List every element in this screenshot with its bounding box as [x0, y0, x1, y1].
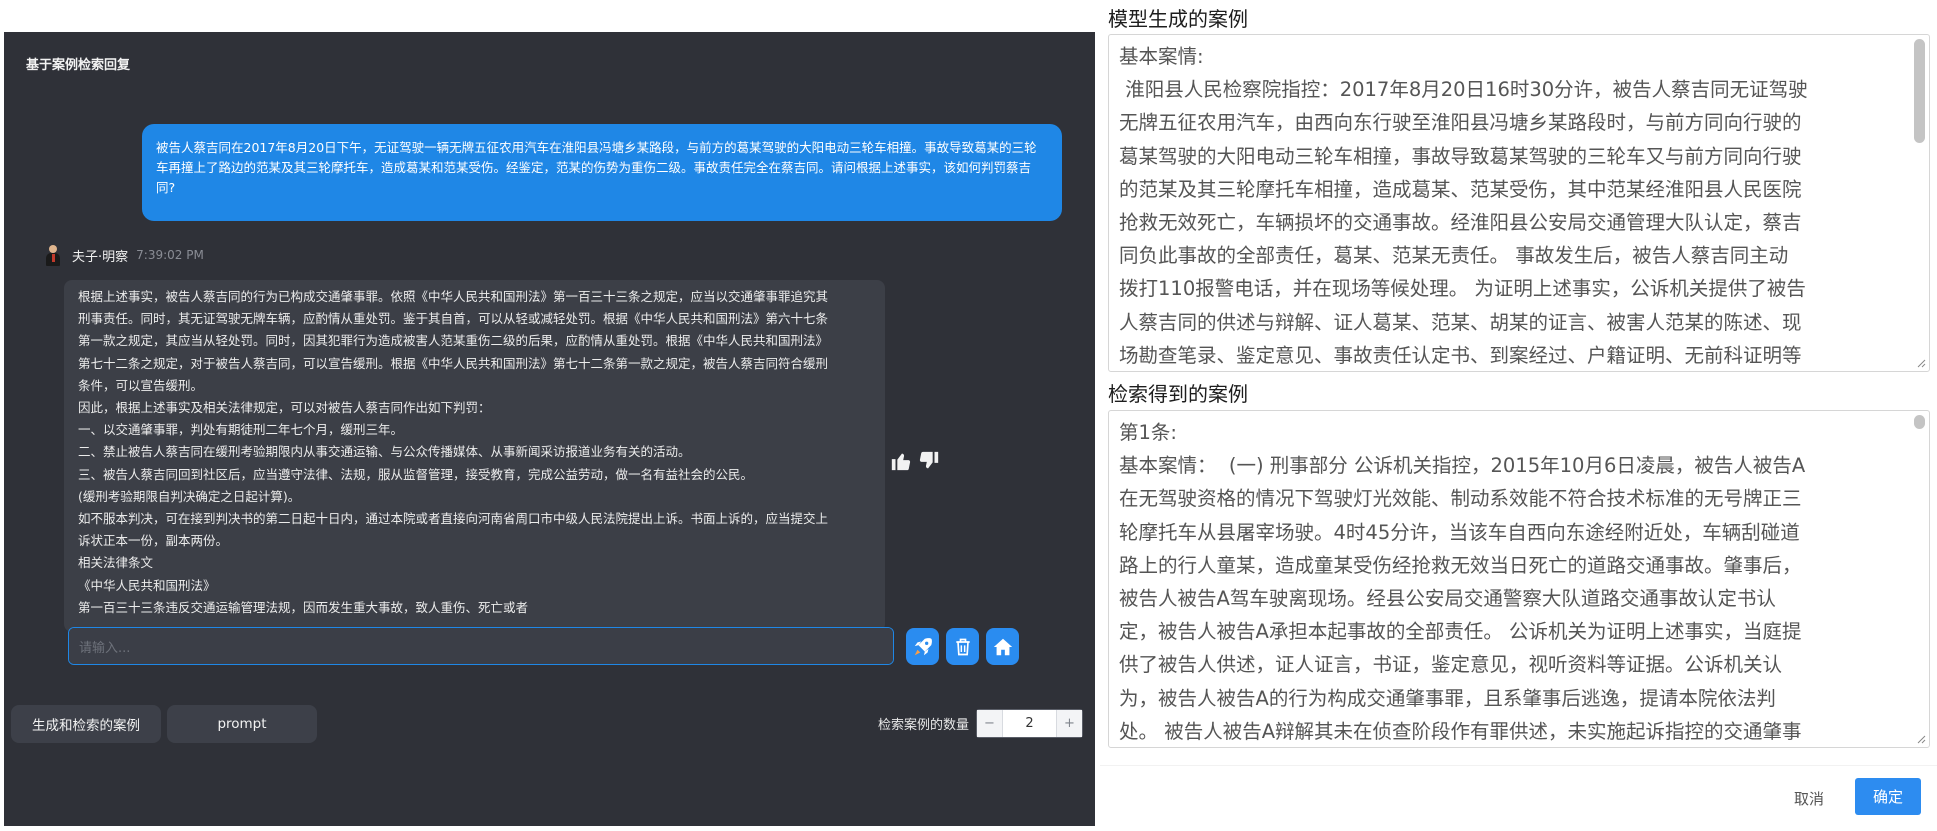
bot-message-bubble: 根据上述事实，被告人蔡吉同的行为已构成交通肇事罪。依照《中华人民共和国刑法》第一…	[64, 280, 885, 632]
retrieval-count-stepper: − 2 +	[976, 709, 1083, 738]
bot-message-line: 二、禁止被告人蔡吉同在缓刑考验期限内从事交通运输、与公众传播媒体、从事新闻采访报…	[78, 444, 691, 460]
text-line: 基本案情:	[1119, 45, 1204, 68]
bot-message-line: 根据上述事实，被告人蔡吉同的行为已构成交通肇事罪。依照《中华人民共和国刑法》第一…	[78, 289, 829, 304]
home-icon	[993, 638, 1012, 655]
bot-message-line: 三、被告人蔡吉同回到社区后，应当遵守法律、法规，服从监督管理，接受教育，完成公益…	[78, 466, 754, 482]
bot-message-line: (缓刑考验期限自判决确定之日起计算)。	[78, 488, 301, 504]
send-button[interactable]	[906, 628, 939, 665]
text-line: 供了被告人供述，证人证言，书证，鉴定意见，视听资料等证据。公诉机关认	[1119, 653, 1783, 677]
text-line: 人蔡吉同的供述与辩解、证人葛某、范某、胡某的证言、被害人范某的陈述、现	[1119, 310, 1802, 334]
text-line: 抢救无效死亡，车辆损坏的交通事故。经淮阳县公安局交通管理大队认定，蔡吉	[1119, 211, 1802, 235]
scrollbar[interactable]	[1914, 39, 1925, 143]
text-line: 场勘查笔录、鉴定意见、事故责任认定书、到案经过、户籍证明、无前科证明等	[1119, 343, 1802, 367]
resize-handle-icon[interactable]	[1916, 358, 1926, 368]
text-line: 的范某及其三轮摩托车相撞，造成葛某、范某受伤，其中范某经淮阳县人民医院	[1119, 177, 1802, 201]
tab-prompt[interactable]: prompt	[167, 705, 317, 743]
text-line: 基本案情： (一) 刑事部分 公诉机关指控，2015年10月6日凌晨，被告人被告…	[1119, 454, 1806, 478]
message-reactions	[890, 450, 940, 472]
bot-message-line: 《中华人民共和国刑法》	[78, 577, 216, 593]
bot-message-line: 如不服本判决，可在接到判决书的第二日起十日内，通过本院或者直接向河南省周口市中级…	[78, 511, 829, 527]
retrieval-count-input[interactable]: 2	[1003, 710, 1056, 737]
bot-message-line: 第一款之规定，其应当从轻处罚。同时，因其犯罪行为造成被害人范某重伤二级的后果，应…	[78, 333, 829, 349]
user-message-bubble: 被告人蔡吉同在2017年8月20日下午，无证驾驶一辆无牌五征农用汽车在淮阳县冯塘…	[142, 124, 1062, 221]
bot-message-header: 夫子·明察 7:39:02 PM	[44, 244, 204, 266]
text-line: 轮摩托车从县屠宰场驶。4时45分许，当该车自西向东途经附近处，车辆刮碰道	[1119, 520, 1800, 544]
retrieved-case-textarea[interactable]: 第1条: 基本案情： (一) 刑事部分 公诉机关指控，2015年10月6日凌晨，…	[1108, 410, 1930, 748]
bot-message-line: 一、以交通肇事罪，判处有期徒刑二年七个月，缓刑三年。	[78, 422, 404, 438]
bot-name: 夫子·明察	[72, 249, 129, 265]
text-line: 第1条:	[1119, 421, 1177, 444]
retrieval-count-label: 检索案例的数量	[878, 718, 970, 733]
text-line: 同负此事故的全部责任，葛某、范某无责任。 事故发生后，被告人蔡吉同主动	[1119, 244, 1789, 268]
text-line: 处。 被告人被告A辩解其未在侦查阶段作有罪供述，未实施起诉指控的交通肇事	[1119, 719, 1802, 743]
trash-icon	[955, 638, 970, 655]
chat-title: 基于案例检索回复	[26, 58, 131, 73]
clear-button[interactable]	[946, 628, 979, 665]
text-line: 淮阳县人民检察院指控：2017年8月20日16时30分许，被告人蔡吉同无证驾驶	[1119, 78, 1808, 102]
scrollbar[interactable]	[1914, 415, 1925, 429]
divider	[1100, 765, 1937, 766]
message-timestamp: 7:39:02 PM	[136, 248, 204, 262]
tab-cases[interactable]: 生成和检索的案例	[11, 705, 161, 743]
bot-message-line: 因此，根据上述事实及相关法律规定，可以对被告人蔡吉同作出如下判罚：	[78, 400, 491, 416]
confirm-button[interactable]: 确定	[1855, 778, 1921, 815]
increment-button[interactable]: +	[1056, 710, 1082, 737]
bot-message-line: 第七十二条之规定，对于被告人蔡吉同，可以宣告缓刑。根据《中华人民共和国刑法》第七…	[78, 355, 829, 371]
generated-case-textarea[interactable]: 基本案情: 淮阳县人民检察院指控：2017年8月20日16时30分许，被告人蔡吉…	[1108, 34, 1930, 372]
text-line: 在无驾驶资格的情况下驾驶灯光效能、制动系效能不符合技术标准的无号牌正三	[1119, 487, 1802, 511]
text-line: 定，被告人被告A承担本起事故的全部责任。 公诉机关为证明上述事实，当庭提	[1119, 620, 1802, 644]
text-line: 无牌五征农用汽车，由西向东行驶至淮阳县冯塘乡某路段时，与前方同向行驶的	[1119, 111, 1802, 135]
text-line: 被告人被告A驾车驶离现场。经县公安局交通警察大队道路交通事故认定书认	[1119, 587, 1776, 611]
text-line: 为，被告人被告A的行为构成交通肇事罪，且系肇事后逃逸，提请本院依法判	[1119, 686, 1776, 710]
bot-message-line: 诉状正本一份，副本两份。	[78, 533, 229, 549]
generated-case-title: 模型生成的案例	[1108, 7, 1248, 31]
thumbs-down-icon[interactable]	[918, 450, 940, 472]
text-line: 路上的行人童某，造成童某受伤经抢救无效当日死亡的道路交通事故。肇事后，	[1119, 553, 1802, 577]
chat-input[interactable]	[68, 627, 894, 665]
bot-message-line: 刑事责任。同时，其无证驾驶无牌车辆，应酌情从重处罚。鉴于其自首，可以从轻或减轻处…	[78, 311, 829, 327]
text-line: 拨打110报警电话，并在现场等候处理。 为证明上述事实，公诉机关提供了被告	[1119, 277, 1806, 301]
cancel-button[interactable]: 取消	[1782, 778, 1836, 818]
bot-message-line: 相关法律条文	[78, 555, 154, 571]
text-line: 葛某驾驶的大阳电动三轮车相撞，事故导致葛某驾驶的三轮车又与前方同向行驶	[1119, 144, 1802, 168]
rocket-icon	[914, 637, 932, 655]
thumbs-up-icon[interactable]	[890, 450, 912, 472]
decrement-button[interactable]: −	[977, 710, 1003, 737]
chat-panel: 基于案例检索回复 被告人蔡吉同在2017年8月20日下午，无证驾驶一辆无牌五征农…	[4, 32, 1095, 826]
bot-message-line: 第一百三十三条违反交通运输管理法规，因而发生重大事故，致人重伤、死亡或者	[78, 599, 529, 615]
retrieved-case-title: 检索得到的案例	[1108, 382, 1248, 406]
resize-handle-icon[interactable]	[1916, 734, 1926, 744]
home-button[interactable]	[986, 628, 1019, 665]
bot-message-line: 条件，可以宣告缓刑。	[78, 377, 204, 393]
avatar	[44, 244, 62, 266]
